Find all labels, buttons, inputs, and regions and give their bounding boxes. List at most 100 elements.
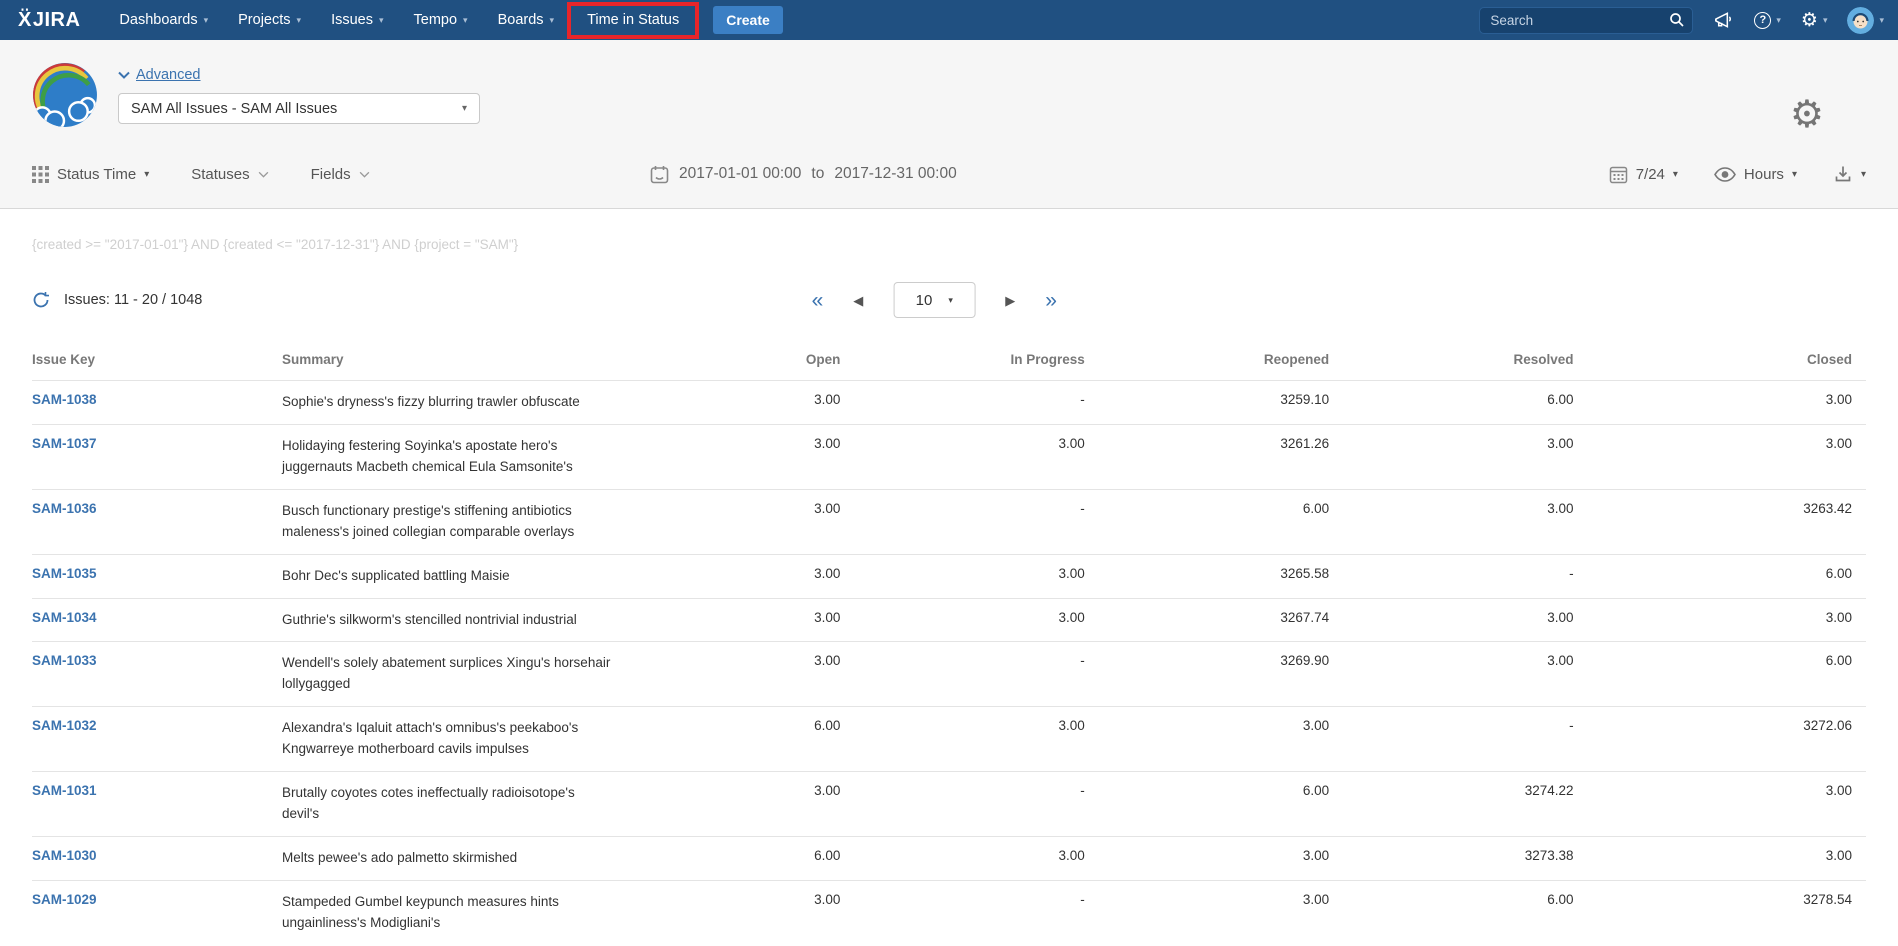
caret-down-icon: ▾ — [1792, 169, 1797, 180]
calendar-grid-icon — [1609, 165, 1628, 184]
cell-in-progress: - — [888, 642, 1132, 707]
col-open: Open — [644, 346, 888, 381]
pagination: « ◀ 10 ▾ ▶ » — [812, 282, 1057, 318]
unit-dropdown[interactable]: Hours ▾ — [1714, 166, 1797, 183]
chevron-down-icon: ▾ — [1776, 16, 1781, 25]
cell-reopened: 3265.58 — [1133, 554, 1377, 598]
cell-in-progress: - — [888, 772, 1132, 837]
search-input[interactable] — [1479, 7, 1693, 34]
cell-resolved: 6.00 — [1377, 381, 1621, 425]
help-menu[interactable]: ? ▾ — [1754, 12, 1781, 29]
issue-key-link[interactable]: SAM-1033 — [32, 653, 97, 668]
cell-in-progress: 3.00 — [888, 598, 1132, 642]
search-icon[interactable] — [1669, 12, 1685, 33]
cell-resolved: 3.00 — [1377, 424, 1621, 489]
saved-filter-select[interactable]: SAM All Issues - SAM All Issues ▾ — [118, 93, 480, 124]
issue-summary: Melts pewee's ado palmetto skirmished — [282, 848, 612, 869]
issue-key-link[interactable]: SAM-1038 — [32, 392, 97, 407]
nav-item-issues[interactable]: Issues ▾ — [316, 0, 398, 40]
nav-item-tempo[interactable]: Tempo ▾ — [399, 0, 483, 40]
cell-reopened: 6.00 — [1133, 489, 1377, 554]
date-to: 2017-12-31 00:00 — [834, 165, 956, 183]
date-range-picker[interactable]: 2017-01-01 00:00 to 2017-12-31 00:00 — [650, 165, 957, 184]
cell-closed: 6.00 — [1622, 642, 1866, 707]
cell-closed: 3.00 — [1622, 381, 1866, 425]
cell-open: 3.00 — [644, 489, 888, 554]
issue-summary: Guthrie's silkworm's stencilled nontrivi… — [282, 610, 612, 631]
time-in-status-app-logo — [32, 62, 98, 128]
eye-icon — [1714, 167, 1736, 182]
cell-resolved: 3273.38 — [1377, 836, 1621, 880]
chevron-down-icon: ▾ — [297, 16, 302, 25]
chevron-down-icon: ▾ — [1879, 16, 1884, 25]
issue-summary: Holidaying festering Soyinka's apostate … — [282, 436, 612, 478]
cell-resolved: 3274.22 — [1377, 772, 1621, 837]
cell-open: 3.00 — [644, 424, 888, 489]
cell-closed: 3263.42 — [1622, 489, 1866, 554]
export-dropdown[interactable]: ▾ — [1833, 164, 1866, 184]
statuses-dropdown[interactable]: Statuses — [191, 166, 268, 183]
top-navbar: Ẍ JIRA Dashboards ▾ Projects ▾ Issues ▾ … — [0, 0, 1898, 40]
cell-open: 6.00 — [644, 836, 888, 880]
chevron-down-icon: ▾ — [1823, 16, 1828, 25]
issue-key-link[interactable]: SAM-1035 — [32, 566, 97, 581]
cell-closed: 3272.06 — [1622, 707, 1866, 772]
date-from: 2017-01-01 00:00 — [679, 165, 801, 183]
cell-resolved: 3.00 — [1377, 642, 1621, 707]
refresh-icon[interactable] — [32, 291, 50, 309]
cell-closed: 3278.54 — [1622, 880, 1866, 944]
cell-resolved: - — [1377, 707, 1621, 772]
cell-closed: 3.00 — [1622, 772, 1866, 837]
issue-summary: Stampeded Gumbel keypunch measures hints… — [282, 892, 612, 934]
nav-item-dashboards[interactable]: Dashboards ▾ — [104, 0, 223, 40]
nav-item-time-in-status[interactable]: Time in Status — [569, 0, 697, 40]
table-row: SAM-1030 Melts pewee's ado palmetto skir… — [32, 836, 1866, 880]
col-in-progress: In Progress — [888, 346, 1132, 381]
advanced-toggle[interactable]: Advanced — [118, 67, 201, 83]
cell-in-progress: 3.00 — [888, 836, 1132, 880]
cell-closed: 3.00 — [1622, 598, 1866, 642]
cell-reopened: 3.00 — [1133, 880, 1377, 944]
cell-resolved: 3.00 — [1377, 489, 1621, 554]
jira-brand-text: JIRA — [33, 9, 81, 32]
main-menu: Dashboards ▾ Projects ▾ Issues ▾ Tempo ▾… — [104, 0, 697, 40]
col-closed: Closed — [1622, 346, 1866, 381]
navbar-right: ? ▾ ⚙ ▾ ▾ — [1479, 7, 1884, 34]
calendar-icon — [650, 165, 669, 184]
cell-closed: 6.00 — [1622, 554, 1866, 598]
issue-summary: Wendell's solely abatement surplices Xin… — [282, 653, 612, 695]
user-profile-menu[interactable]: ▾ — [1847, 7, 1884, 34]
report-type-dropdown[interactable]: Status Time ▾ — [32, 166, 149, 183]
issue-key-link[interactable]: SAM-1031 — [32, 783, 97, 798]
cell-resolved: 6.00 — [1377, 880, 1621, 944]
results-bar: Issues: 11 - 20 / 1048 « ◀ 10 ▾ ▶ » — [32, 278, 1866, 322]
nav-item-boards[interactable]: Boards ▾ — [483, 0, 569, 40]
fields-dropdown[interactable]: Fields — [311, 166, 370, 183]
announcements-button[interactable] — [1713, 10, 1734, 30]
nav-item-projects[interactable]: Projects ▾ — [223, 0, 316, 40]
admin-settings-menu[interactable]: ⚙ ▾ — [1801, 11, 1828, 30]
previous-page-button[interactable]: ◀ — [853, 294, 863, 307]
first-page-button[interactable]: « — [812, 290, 824, 311]
gear-icon: ⚙ — [1801, 11, 1818, 30]
last-page-button[interactable]: » — [1045, 290, 1057, 311]
col-summary: Summary — [282, 346, 644, 381]
table-row: SAM-1038 Sophie's dryness's fizzy blurri… — [32, 381, 1866, 425]
report-header: Advanced SAM All Issues - SAM All Issues… — [0, 40, 1898, 209]
issue-key-link[interactable]: SAM-1032 — [32, 718, 97, 733]
caret-down-icon: ▾ — [948, 296, 953, 305]
issue-key-link[interactable]: SAM-1030 — [32, 848, 97, 863]
jira-logo[interactable]: Ẍ JIRA — [18, 9, 80, 32]
report-settings-gear-icon[interactable]: ⚙ — [1790, 96, 1824, 134]
calendar-mode-dropdown[interactable]: 7/24 ▾ — [1609, 165, 1678, 184]
next-page-button[interactable]: ▶ — [1005, 294, 1015, 307]
issue-key-link[interactable]: SAM-1036 — [32, 501, 97, 516]
date-separator: to — [811, 165, 824, 183]
issue-key-link[interactable]: SAM-1034 — [32, 610, 97, 625]
issue-key-link[interactable]: SAM-1037 — [32, 436, 97, 451]
issue-key-link[interactable]: SAM-1029 — [32, 892, 97, 907]
create-button[interactable]: Create — [713, 6, 783, 34]
avatar — [1847, 7, 1874, 34]
issues-table: Issue Key Summary Open In Progress Reope… — [32, 346, 1866, 945]
page-size-select[interactable]: 10 ▾ — [893, 282, 975, 318]
